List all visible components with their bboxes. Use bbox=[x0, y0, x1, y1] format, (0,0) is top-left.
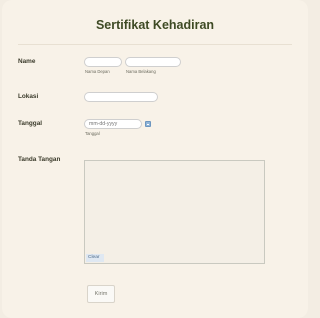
submit-button[interactable]: Kirim bbox=[87, 285, 115, 303]
signature-pad[interactable] bbox=[84, 160, 265, 264]
date-input[interactable] bbox=[84, 119, 142, 129]
last-name-input[interactable] bbox=[125, 57, 181, 67]
form-title: Sertifikat Kehadiran bbox=[95, 18, 215, 32]
date-label: Tanggal bbox=[18, 120, 43, 127]
first-name-sublabel: Nama Depan bbox=[85, 69, 110, 74]
location-input[interactable] bbox=[84, 92, 158, 102]
title-divider bbox=[18, 44, 292, 45]
last-name-sublabel: Nama Belakang bbox=[126, 69, 156, 74]
first-name-input[interactable] bbox=[84, 57, 122, 67]
calendar-icon[interactable] bbox=[145, 121, 151, 127]
date-sublabel: Tanggal bbox=[85, 131, 100, 136]
name-label: Name bbox=[18, 58, 36, 65]
clear-signature-button[interactable]: Clear bbox=[86, 254, 104, 262]
signature-label: Tanda Tangan bbox=[18, 156, 61, 163]
location-label: Lokasi bbox=[18, 93, 39, 100]
